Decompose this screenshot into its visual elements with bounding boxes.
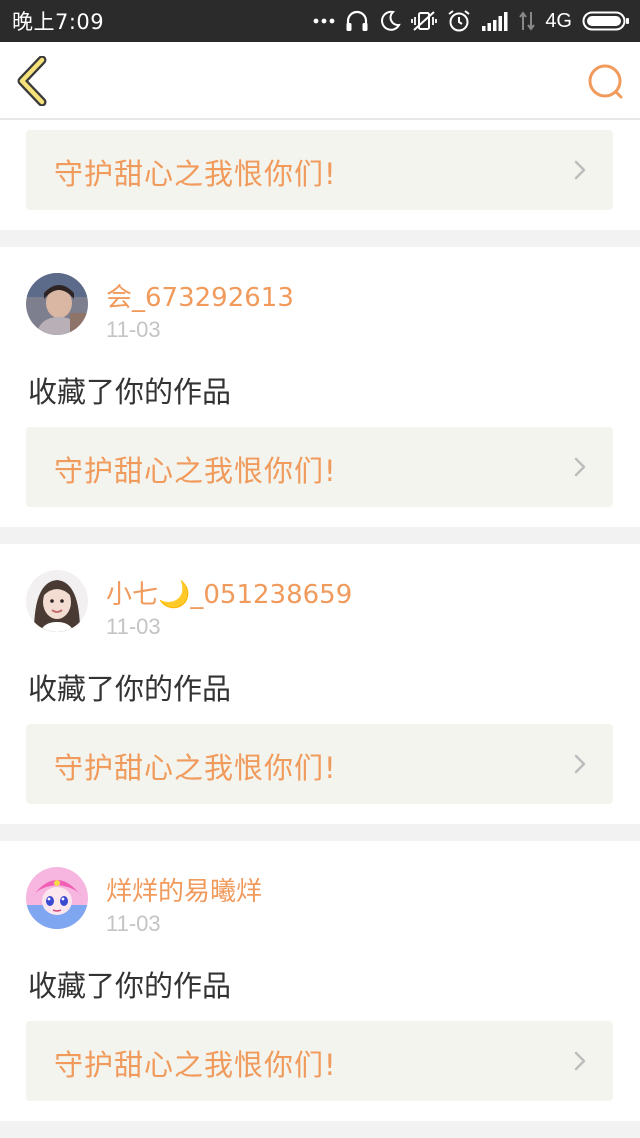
action-text: 收藏了你的作品 — [28, 375, 232, 409]
feed-card: 小七🌙_051238659 11-03 收藏了你的作品 守护甜心之我恨你们! — [0, 544, 640, 824]
headphones-icon — [345, 10, 369, 32]
action-text: 收藏了你的作品 — [28, 969, 232, 1003]
work-link[interactable]: 守护甜心之我恨你们! — [26, 724, 613, 804]
timestamp: 11-03 — [106, 317, 161, 342]
work-title: 守护甜心之我恨你们! — [54, 751, 337, 785]
avatar[interactable] — [26, 867, 88, 929]
network-type: 4G — [545, 9, 572, 32]
status-bar: 晚上7:09 4G — [0, 0, 640, 42]
chevron-left-icon — [17, 55, 47, 107]
more-dots-icon — [313, 17, 335, 25]
search-icon — [588, 64, 623, 99]
chevron-right-icon — [574, 457, 586, 477]
signal-icon — [481, 11, 509, 31]
alarm-icon — [447, 9, 471, 33]
username[interactable]: 小七🌙_051238659 — [106, 574, 352, 611]
work-link[interactable]: 守护甜心之我恨你们! — [26, 130, 613, 210]
timestamp: 11-03 — [106, 911, 161, 936]
search-button[interactable] — [586, 62, 626, 102]
work-link[interactable]: 守护甜心之我恨你们! — [26, 427, 613, 507]
avatar[interactable] — [26, 273, 88, 335]
action-text: 收藏了你的作品 — [28, 672, 232, 706]
timestamp: 11-03 — [106, 614, 161, 639]
work-title: 守护甜心之我恨你们! — [54, 157, 337, 191]
work-link[interactable]: 守护甜心之我恨你们! — [26, 1021, 613, 1101]
avatar[interactable] — [26, 570, 88, 632]
work-title: 守护甜心之我恨你们! — [54, 454, 337, 488]
feed-card-partial: 守护甜心之我恨你们! — [0, 120, 640, 230]
back-button[interactable] — [14, 55, 54, 107]
username[interactable]: 会_673292613 — [106, 277, 294, 314]
username[interactable]: 烊烊的易曦烊 — [106, 871, 262, 908]
chevron-right-icon — [574, 1051, 586, 1071]
chevron-right-icon — [574, 160, 586, 180]
status-icons: 4G — [313, 9, 630, 33]
chevron-right-icon — [574, 754, 586, 774]
data-arrows-icon — [519, 10, 536, 32]
vibrate-off-icon — [411, 10, 438, 32]
moon-icon — [379, 10, 402, 32]
status-time: 晚上7:09 — [12, 10, 105, 34]
feed-card: 烊烊的易曦烊 11-03 收藏了你的作品 守护甜心之我恨你们! — [0, 841, 640, 1121]
work-title: 守护甜心之我恨你们! — [54, 1048, 337, 1082]
top-nav — [0, 42, 640, 120]
feed-card: 会_673292613 11-03 收藏了你的作品 守护甜心之我恨你们! — [0, 247, 640, 527]
battery-icon — [582, 10, 630, 32]
